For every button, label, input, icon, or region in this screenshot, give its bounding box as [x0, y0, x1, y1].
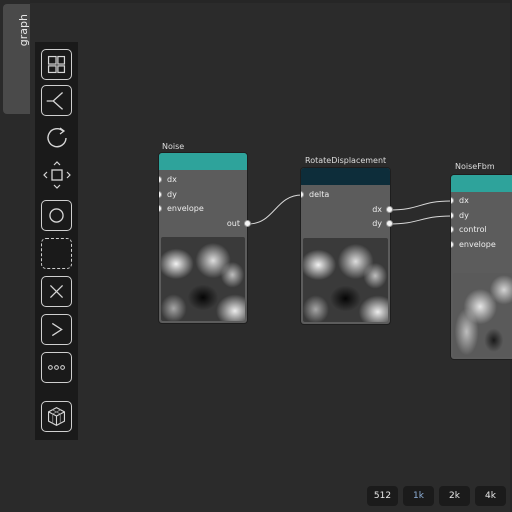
node-noise[interactable]: dx dy envelope out	[159, 153, 247, 323]
port-envelope-input[interactable]	[159, 205, 162, 212]
port-dx-input-fbm[interactable]	[451, 197, 454, 204]
node-rotate-displacement[interactable]: delta dx dy	[301, 168, 390, 324]
port-label-dx-out: dx	[372, 205, 382, 214]
tool-palette	[35, 42, 78, 440]
node-header-noisefbm	[451, 175, 512, 192]
cube-icon[interactable]	[41, 401, 72, 432]
thumbnail-noisefbm	[453, 273, 512, 357]
port-label-dy-fbm: dy	[459, 211, 469, 220]
node-noisefbm[interactable]: dx dy control envelope	[451, 175, 512, 359]
resolution-2k-button[interactable]: 2k	[439, 486, 470, 506]
node-title-rotate-displacement: RotateDisplacement	[305, 156, 387, 165]
port-dy-input-fbm[interactable]	[451, 212, 454, 219]
node-header-rotate-displacement	[301, 168, 390, 185]
port-dx-output[interactable]	[386, 206, 393, 213]
chevron-right-icon[interactable]	[41, 314, 72, 345]
port-control-input-fbm[interactable]	[451, 226, 454, 233]
port-label-out: out	[226, 219, 240, 228]
port-label-dx-fbm: dx	[459, 196, 469, 205]
port-envelope-input-fbm[interactable]	[451, 241, 454, 248]
thumbnail-rotate-displacement	[303, 238, 388, 322]
empty-frame-icon[interactable]	[41, 238, 72, 269]
port-dx-input[interactable]	[159, 176, 162, 183]
tab-graph-label: graph	[17, 14, 30, 47]
port-dy-input[interactable]	[159, 191, 162, 198]
node-title-noisefbm: NoiseFbm	[455, 162, 495, 171]
resolution-512-button[interactable]: 512	[367, 486, 398, 506]
ellipsis-icon[interactable]	[41, 352, 72, 383]
thumbnail-noise	[161, 237, 245, 321]
node-header-noise	[159, 153, 247, 170]
rotate-icon[interactable]	[41, 122, 72, 153]
node-title-noise: Noise	[162, 142, 185, 151]
grid-layout-icon[interactable]	[41, 49, 72, 80]
tab-graph[interactable]: graph	[3, 4, 30, 114]
port-label-envelope: envelope	[167, 204, 204, 213]
port-label-control-fbm: control	[459, 225, 487, 234]
graph-canvas[interactable]	[30, 3, 510, 512]
port-out-output[interactable]	[244, 220, 251, 227]
port-label-dy: dy	[167, 190, 177, 199]
branch-icon[interactable]	[41, 85, 72, 116]
port-label-delta: delta	[309, 190, 330, 199]
port-label-dy-out: dy	[372, 219, 382, 228]
port-dy-output[interactable]	[386, 220, 393, 227]
port-label-envelope-fbm: envelope	[459, 240, 496, 249]
port-label-dx: dx	[167, 175, 177, 184]
cross-icon[interactable]	[41, 276, 72, 307]
port-delta-input[interactable]	[301, 191, 304, 198]
move-icon[interactable]	[41, 159, 72, 190]
circle-icon[interactable]	[41, 200, 72, 231]
resolution-4k-button[interactable]: 4k	[475, 486, 506, 506]
resolution-1k-button[interactable]: 1k	[403, 486, 434, 506]
